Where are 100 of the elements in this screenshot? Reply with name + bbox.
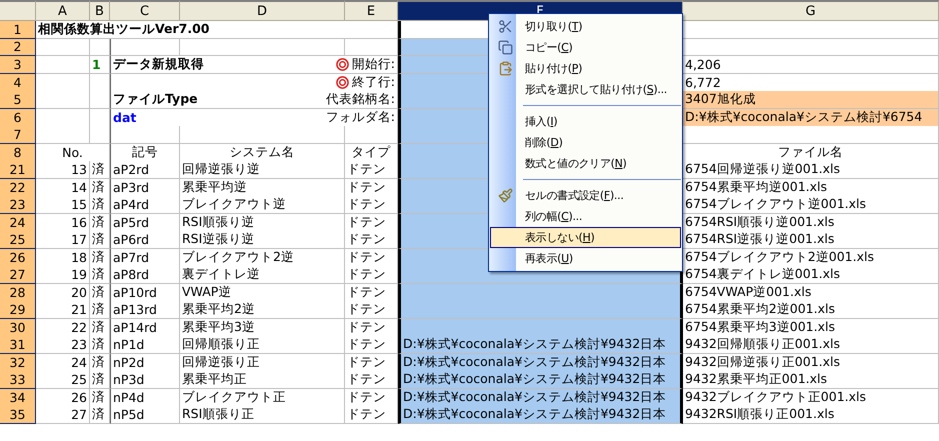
table-cell[interactable]: ドテン: [345, 301, 398, 319]
menu-item[interactable]: 貼り付け(P): [490, 58, 681, 79]
row-header[interactable]: 33: [0, 371, 36, 389]
row-header[interactable]: 26: [0, 248, 36, 266]
table-cell[interactable]: aP6rd: [110, 231, 180, 249]
table-cell[interactable]: 済: [90, 196, 110, 214]
table-cell[interactable]: aP7rd: [110, 248, 180, 266]
table-cell[interactable]: ブレイクアウト2逆: [180, 248, 345, 266]
table-cell[interactable]: 済: [90, 354, 110, 372]
table-cell[interactable]: 済: [90, 231, 110, 249]
table-cell[interactable]: 済: [90, 371, 110, 389]
table-cell[interactable]: 9432回帰逆張り正001.xls: [683, 354, 939, 372]
table-cell[interactable]: 6754累乗平均逆001.xls: [683, 178, 939, 196]
table-cell[interactable]: 6754回帰逆張り逆001.xls: [683, 161, 939, 179]
table-cell[interactable]: [398, 284, 683, 302]
table-cell[interactable]: ドテン: [345, 406, 398, 424]
row-header[interactable]: 24: [0, 214, 36, 232]
table-cell[interactable]: 9432回帰順張り正001.xls: [683, 336, 939, 354]
table-cell[interactable]: 9432累乗平均正001.xls: [683, 371, 939, 389]
row-header[interactable]: 34: [0, 388, 36, 406]
table-cell[interactable]: 6,772: [683, 74, 939, 92]
table-cell[interactable]: 終了行:: [110, 74, 398, 92]
table-cell[interactable]: 6754裏デイトレ逆001.xls: [683, 266, 939, 284]
menu-item[interactable]: 削除(D): [490, 132, 681, 153]
row-header[interactable]: 27: [0, 266, 36, 284]
table-cell[interactable]: 済: [90, 161, 110, 179]
table-cell[interactable]: 17: [36, 231, 90, 249]
row-header[interactable]: 30: [0, 318, 36, 336]
table-cell[interactable]: RSI順張り正: [180, 406, 345, 424]
menu-item[interactable]: 再表示(U): [490, 248, 681, 269]
table-cell[interactable]: aP10rd: [110, 284, 180, 302]
table-cell[interactable]: RSI逆張り逆: [180, 231, 345, 249]
table-cell[interactable]: 相関係数算出ツールVer7.00: [36, 21, 398, 39]
table-cell[interactable]: aP3rd: [110, 178, 180, 196]
table-cell[interactable]: データ新規取得 開始行:: [110, 56, 398, 74]
table-cell[interactable]: 25: [36, 371, 90, 389]
table-cell[interactable]: 回帰逆張り逆: [180, 161, 345, 179]
table-cell[interactable]: 済: [90, 284, 110, 302]
table-cell[interactable]: 済: [90, 388, 110, 406]
table-cell[interactable]: nP2d: [110, 354, 180, 372]
table-cell[interactable]: ブレイクアウト正: [180, 388, 345, 406]
table-cell[interactable]: aP8rd: [110, 266, 180, 284]
table-cell[interactable]: aP2rd: [110, 161, 180, 179]
menu-item[interactable]: セルの書式設定(F)...: [490, 185, 681, 206]
menu-item[interactable]: 挿入(I): [490, 111, 681, 132]
table-cell[interactable]: nP4d: [110, 388, 180, 406]
table-cell[interactable]: dat フォルダ名:: [110, 108, 398, 126]
table-cell[interactable]: システム名: [180, 144, 345, 162]
column-header[interactable]: G: [683, 0, 939, 21]
row-header[interactable]: 23: [0, 196, 36, 214]
table-cell[interactable]: [398, 301, 683, 319]
menu-item[interactable]: コピー(C): [490, 37, 681, 58]
row-header[interactable]: 1: [0, 21, 36, 39]
table-cell[interactable]: 回帰順張り正: [180, 336, 345, 354]
table-cell[interactable]: 累乗平均正: [180, 371, 345, 389]
table-cell[interactable]: 済: [90, 336, 110, 354]
row-header[interactable]: 29: [0, 301, 36, 319]
table-cell[interactable]: 累乗平均2逆: [180, 301, 345, 319]
row-header[interactable]: 6: [0, 108, 36, 126]
table-cell[interactable]: nP5d: [110, 406, 180, 424]
table-cell[interactable]: 済: [90, 318, 110, 336]
table-cell[interactable]: タイプ: [345, 144, 398, 162]
table-cell[interactable]: 済: [90, 248, 110, 266]
column-header[interactable]: E: [345, 0, 398, 21]
column-header[interactable]: B: [90, 0, 110, 21]
table-cell[interactable]: 裏デイトレ逆: [180, 266, 345, 284]
table-cell[interactable]: ドテン: [345, 196, 398, 214]
table-cell[interactable]: 済: [90, 301, 110, 319]
menu-item[interactable]: 形式を選択して貼り付け(S)...: [490, 79, 681, 100]
table-cell[interactable]: ドテン: [345, 336, 398, 354]
row-header[interactable]: 7: [0, 126, 36, 144]
table-cell[interactable]: 累乗平均3逆: [180, 318, 345, 336]
column-header[interactable]: A: [36, 0, 90, 21]
column-header[interactable]: C: [110, 0, 180, 21]
table-cell[interactable]: aP5rd: [110, 214, 180, 232]
table-cell[interactable]: 6754累乗平均2逆001.xls: [683, 301, 939, 319]
table-cell[interactable]: aP13rd: [110, 301, 180, 319]
table-cell[interactable]: 6754RSI逆張り逆001.xls: [683, 231, 939, 249]
table-cell[interactable]: ブレイクアウト逆: [180, 196, 345, 214]
table-cell[interactable]: nP1d: [110, 336, 180, 354]
table-cell[interactable]: 記号: [110, 144, 180, 162]
table-cell[interactable]: ファイル名: [683, 144, 939, 162]
table-cell[interactable]: 累乗平均逆: [180, 178, 345, 196]
row-header[interactable]: 32: [0, 354, 36, 372]
table-cell[interactable]: ファイルType 代表銘柄名:: [110, 91, 398, 109]
row-header[interactable]: 21: [0, 161, 36, 179]
table-cell[interactable]: nP3d: [110, 371, 180, 389]
table-cell[interactable]: 1: [90, 56, 110, 74]
table-cell[interactable]: 9432RSI順張り正001.xls: [683, 406, 939, 424]
table-cell[interactable]: 27: [36, 406, 90, 424]
table-cell[interactable]: 済: [90, 214, 110, 232]
row-header[interactable]: 8: [0, 144, 36, 162]
column-header[interactable]: D: [180, 0, 345, 21]
row-header[interactable]: 35: [0, 406, 36, 424]
row-header[interactable]: 28: [0, 284, 36, 302]
select-all-corner[interactable]: [0, 0, 36, 21]
row-header[interactable]: 31: [0, 336, 36, 354]
table-cell[interactable]: RSI順張り逆: [180, 214, 345, 232]
table-cell[interactable]: 15: [36, 196, 90, 214]
table-cell[interactable]: 6754VWAP逆001.xls: [683, 284, 939, 302]
